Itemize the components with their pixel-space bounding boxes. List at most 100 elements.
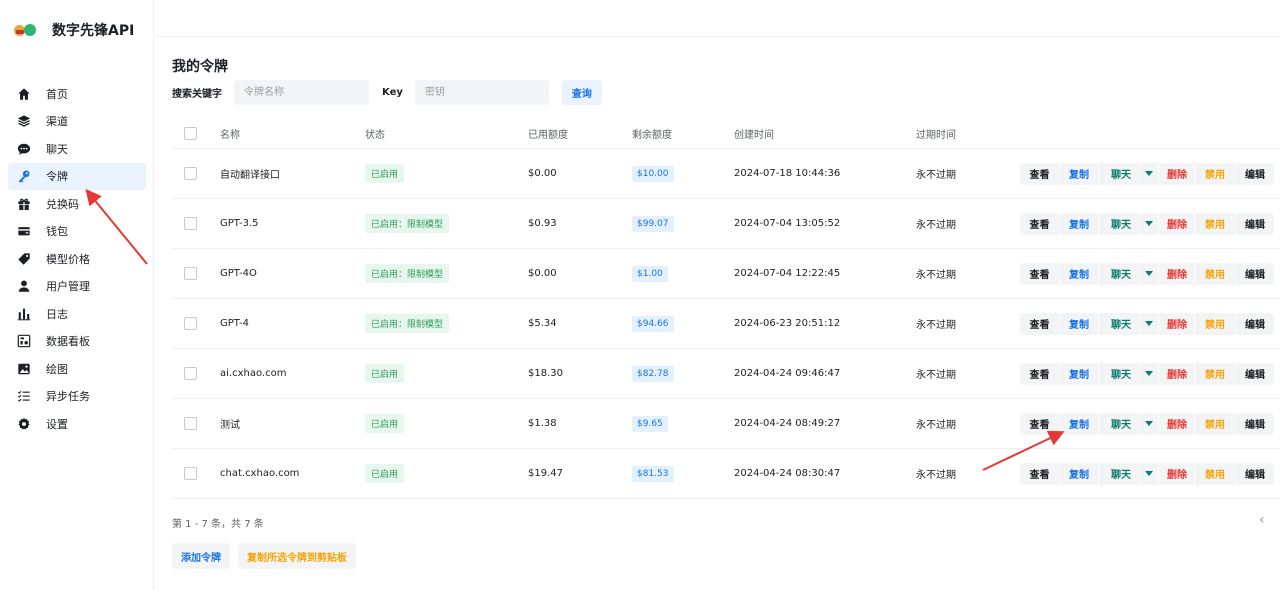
disable-button[interactable]: 禁用 (1195, 412, 1235, 435)
view-button[interactable]: 查看 (1020, 362, 1059, 385)
chat-button[interactable]: 聊天 (1099, 362, 1139, 385)
sidebar-item-label: 异步任务 (46, 390, 90, 404)
edit-button[interactable]: 编辑 (1236, 162, 1274, 185)
row-checkbox[interactable] (184, 467, 197, 480)
disable-button[interactable]: 禁用 (1195, 212, 1235, 235)
header-status[interactable]: 状态 (365, 118, 385, 148)
view-button[interactable]: 查看 (1020, 212, 1059, 235)
token-name-input[interactable] (234, 80, 369, 105)
remaining-quota-badge: $81.53 (632, 465, 674, 482)
view-button[interactable]: 查看 (1020, 412, 1059, 435)
sidebar-item-drawing[interactable]: 绘图 (8, 355, 146, 383)
copy-button[interactable]: 复制 (1060, 212, 1098, 235)
delete-button[interactable]: 删除 (1159, 362, 1194, 385)
delete-button[interactable]: 删除 (1159, 462, 1194, 485)
used-quota: $0.00 (528, 268, 557, 279)
token-name: GPT-4 (220, 318, 249, 329)
chat-button[interactable]: 聊天 (1099, 262, 1139, 285)
view-button[interactable]: 查看 (1020, 462, 1059, 485)
sidebar-item-chat[interactable]: 聊天 (8, 135, 146, 163)
chat-button[interactable]: 聊天 (1099, 212, 1139, 235)
header-remain[interactable]: 剩余额度 (632, 118, 672, 148)
disable-button[interactable]: 禁用 (1195, 162, 1235, 185)
copy-button[interactable]: 复制 (1060, 462, 1098, 485)
edit-button[interactable]: 编辑 (1236, 312, 1274, 335)
copy-button[interactable]: 复制 (1060, 262, 1098, 285)
sidebar-item-async-tasks[interactable]: 异步任务 (8, 383, 146, 411)
chat-dropdown-button[interactable] (1140, 362, 1158, 385)
chevron-left-icon[interactable]: ‹ (1259, 512, 1265, 528)
sidebar-item-dashboard[interactable]: 数据看板 (8, 328, 146, 356)
copy-button[interactable]: 复制 (1060, 162, 1098, 185)
sidebar-item-tokens[interactable]: 令牌 (8, 162, 146, 190)
sidebar-item-logs[interactable]: 日志 (8, 300, 146, 328)
chat-dropdown-button[interactable] (1140, 262, 1158, 285)
disable-button[interactable]: 禁用 (1195, 262, 1235, 285)
view-button[interactable]: 查看 (1020, 312, 1059, 335)
copy-button[interactable]: 复制 (1060, 312, 1098, 335)
delete-button[interactable]: 删除 (1159, 262, 1194, 285)
query-button[interactable]: 查询 (561, 80, 602, 105)
sidebar-item-model-pricing[interactable]: 模型价格 (8, 245, 146, 273)
chat-dropdown-button[interactable] (1140, 212, 1158, 235)
view-button[interactable]: 查看 (1020, 262, 1059, 285)
header-created[interactable]: 创建时间 (734, 118, 774, 148)
delete-button[interactable]: 删除 (1159, 212, 1194, 235)
edit-button[interactable]: 编辑 (1236, 462, 1274, 485)
keyword-label: 搜索关键字 (172, 89, 222, 100)
sidebar-item-home[interactable]: 首页 (8, 80, 146, 108)
sidebar-item-settings[interactable]: 设置 (8, 410, 146, 438)
disable-button[interactable]: 禁用 (1195, 362, 1235, 385)
copy-button[interactable]: 复制 (1060, 362, 1098, 385)
chat-dropdown-button[interactable] (1140, 312, 1158, 335)
remaining-quota-badge: $82.78 (632, 365, 674, 382)
used-quota: $19.47 (528, 468, 563, 479)
sidebar-item-redeem-codes[interactable]: 兑换码 (8, 190, 146, 218)
chat-dropdown-button[interactable] (1140, 462, 1158, 485)
disable-button[interactable]: 禁用 (1195, 312, 1235, 335)
key-input[interactable] (414, 80, 549, 105)
bar-chart-icon (16, 306, 32, 322)
table-row: ai.cxhao.com 已启用 $18.30 $82.78 2024-04-2… (172, 349, 1280, 399)
row-checkbox[interactable] (184, 167, 197, 180)
sidebar-item-channels[interactable]: 渠道 (8, 108, 146, 136)
chat-dropdown-button[interactable] (1140, 162, 1158, 185)
copy-button[interactable]: 复制 (1060, 412, 1098, 435)
brand[interactable]: 数字先锋API (12, 18, 134, 42)
row-checkbox[interactable] (184, 267, 197, 280)
chat-button[interactable]: 聊天 (1099, 412, 1139, 435)
copy-selected-button[interactable]: 复制所选令牌到剪贴板 (238, 543, 356, 569)
created-time: 2024-07-18 10:44:36 (734, 168, 841, 179)
row-actions: 查看 复制 聊天 删除 禁用 编辑 (1020, 262, 1275, 285)
row-checkbox[interactable] (184, 367, 197, 380)
expire-time: 永不过期 (916, 220, 956, 231)
search-bar: 搜索关键字 Key 查询 (172, 80, 602, 105)
disable-button[interactable]: 禁用 (1195, 462, 1235, 485)
chat-button[interactable]: 聊天 (1099, 462, 1139, 485)
edit-button[interactable]: 编辑 (1236, 362, 1274, 385)
row-checkbox[interactable] (184, 317, 197, 330)
sidebar-item-user-management[interactable]: 用户管理 (8, 273, 146, 301)
edit-button[interactable]: 编辑 (1236, 262, 1274, 285)
edit-button[interactable]: 编辑 (1236, 412, 1274, 435)
header-expire[interactable]: 过期时间 (916, 118, 956, 148)
chat-button[interactable]: 聊天 (1099, 162, 1139, 185)
header-name[interactable]: 名称 (220, 118, 240, 148)
status-badge: 已启用：限制模型 (365, 214, 450, 233)
chat-dropdown-button[interactable] (1140, 412, 1158, 435)
delete-button[interactable]: 删除 (1159, 312, 1194, 335)
view-button[interactable]: 查看 (1020, 162, 1059, 185)
delete-button[interactable]: 删除 (1159, 162, 1194, 185)
select-all-checkbox[interactable] (184, 126, 197, 140)
home-icon (16, 86, 32, 102)
add-token-button[interactable]: 添加令牌 (172, 543, 230, 569)
sidebar-nav: 首页 渠道 聊天 令牌 兑换码 钱包 模型价格 用户管理 日志 数据看板 绘图 … (8, 80, 146, 438)
sidebar-item-wallet[interactable]: 钱包 (8, 218, 146, 246)
chat-button[interactable]: 聊天 (1099, 312, 1139, 335)
edit-button[interactable]: 编辑 (1236, 212, 1274, 235)
row-checkbox[interactable] (184, 417, 197, 430)
row-checkbox[interactable] (184, 217, 197, 230)
header-used[interactable]: 已用额度 (528, 118, 568, 148)
delete-button[interactable]: 删除 (1159, 412, 1194, 435)
table-row: 测试 已启用 $1.38 $9.65 2024-04-24 08:49:27 永… (172, 399, 1280, 449)
